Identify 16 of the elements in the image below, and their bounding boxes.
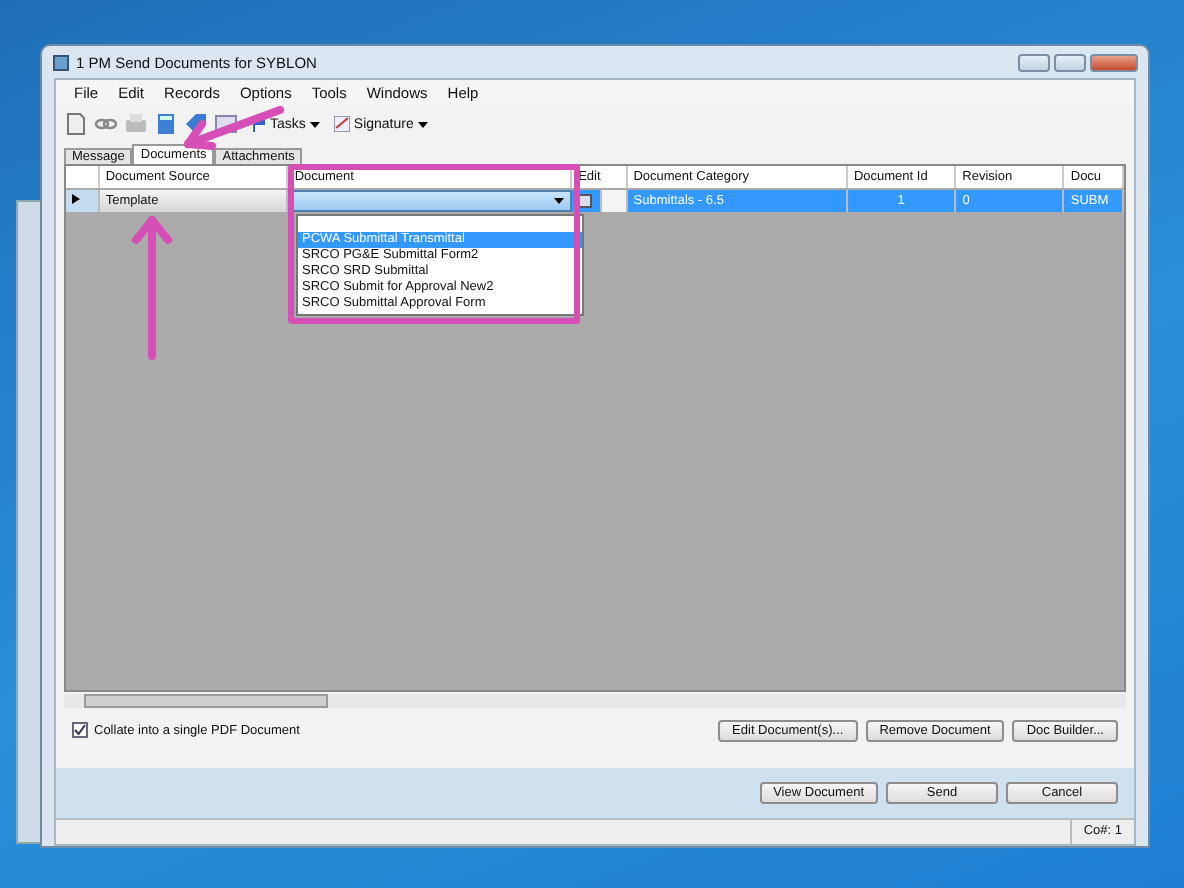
document-icon[interactable] xyxy=(64,112,88,136)
horizontal-scrollbar[interactable] xyxy=(64,694,1126,708)
minimize-button[interactable] xyxy=(1018,53,1050,71)
close-button[interactable] xyxy=(1090,53,1138,71)
pen-icon xyxy=(333,116,350,132)
row-pointer-icon[interactable] xyxy=(72,194,80,204)
app-icon xyxy=(52,53,70,71)
annotation-arrow xyxy=(132,216,172,360)
caret-icon[interactable] xyxy=(554,198,565,204)
caret-icon[interactable] xyxy=(309,121,320,127)
collate-checkbox[interactable] xyxy=(72,722,88,738)
maximize-button[interactable] xyxy=(1054,53,1086,71)
calculator-icon[interactable] xyxy=(154,112,178,136)
caret-icon[interactable] xyxy=(417,121,428,127)
tag-icon[interactable] xyxy=(184,112,208,136)
flag-icon xyxy=(252,116,266,132)
